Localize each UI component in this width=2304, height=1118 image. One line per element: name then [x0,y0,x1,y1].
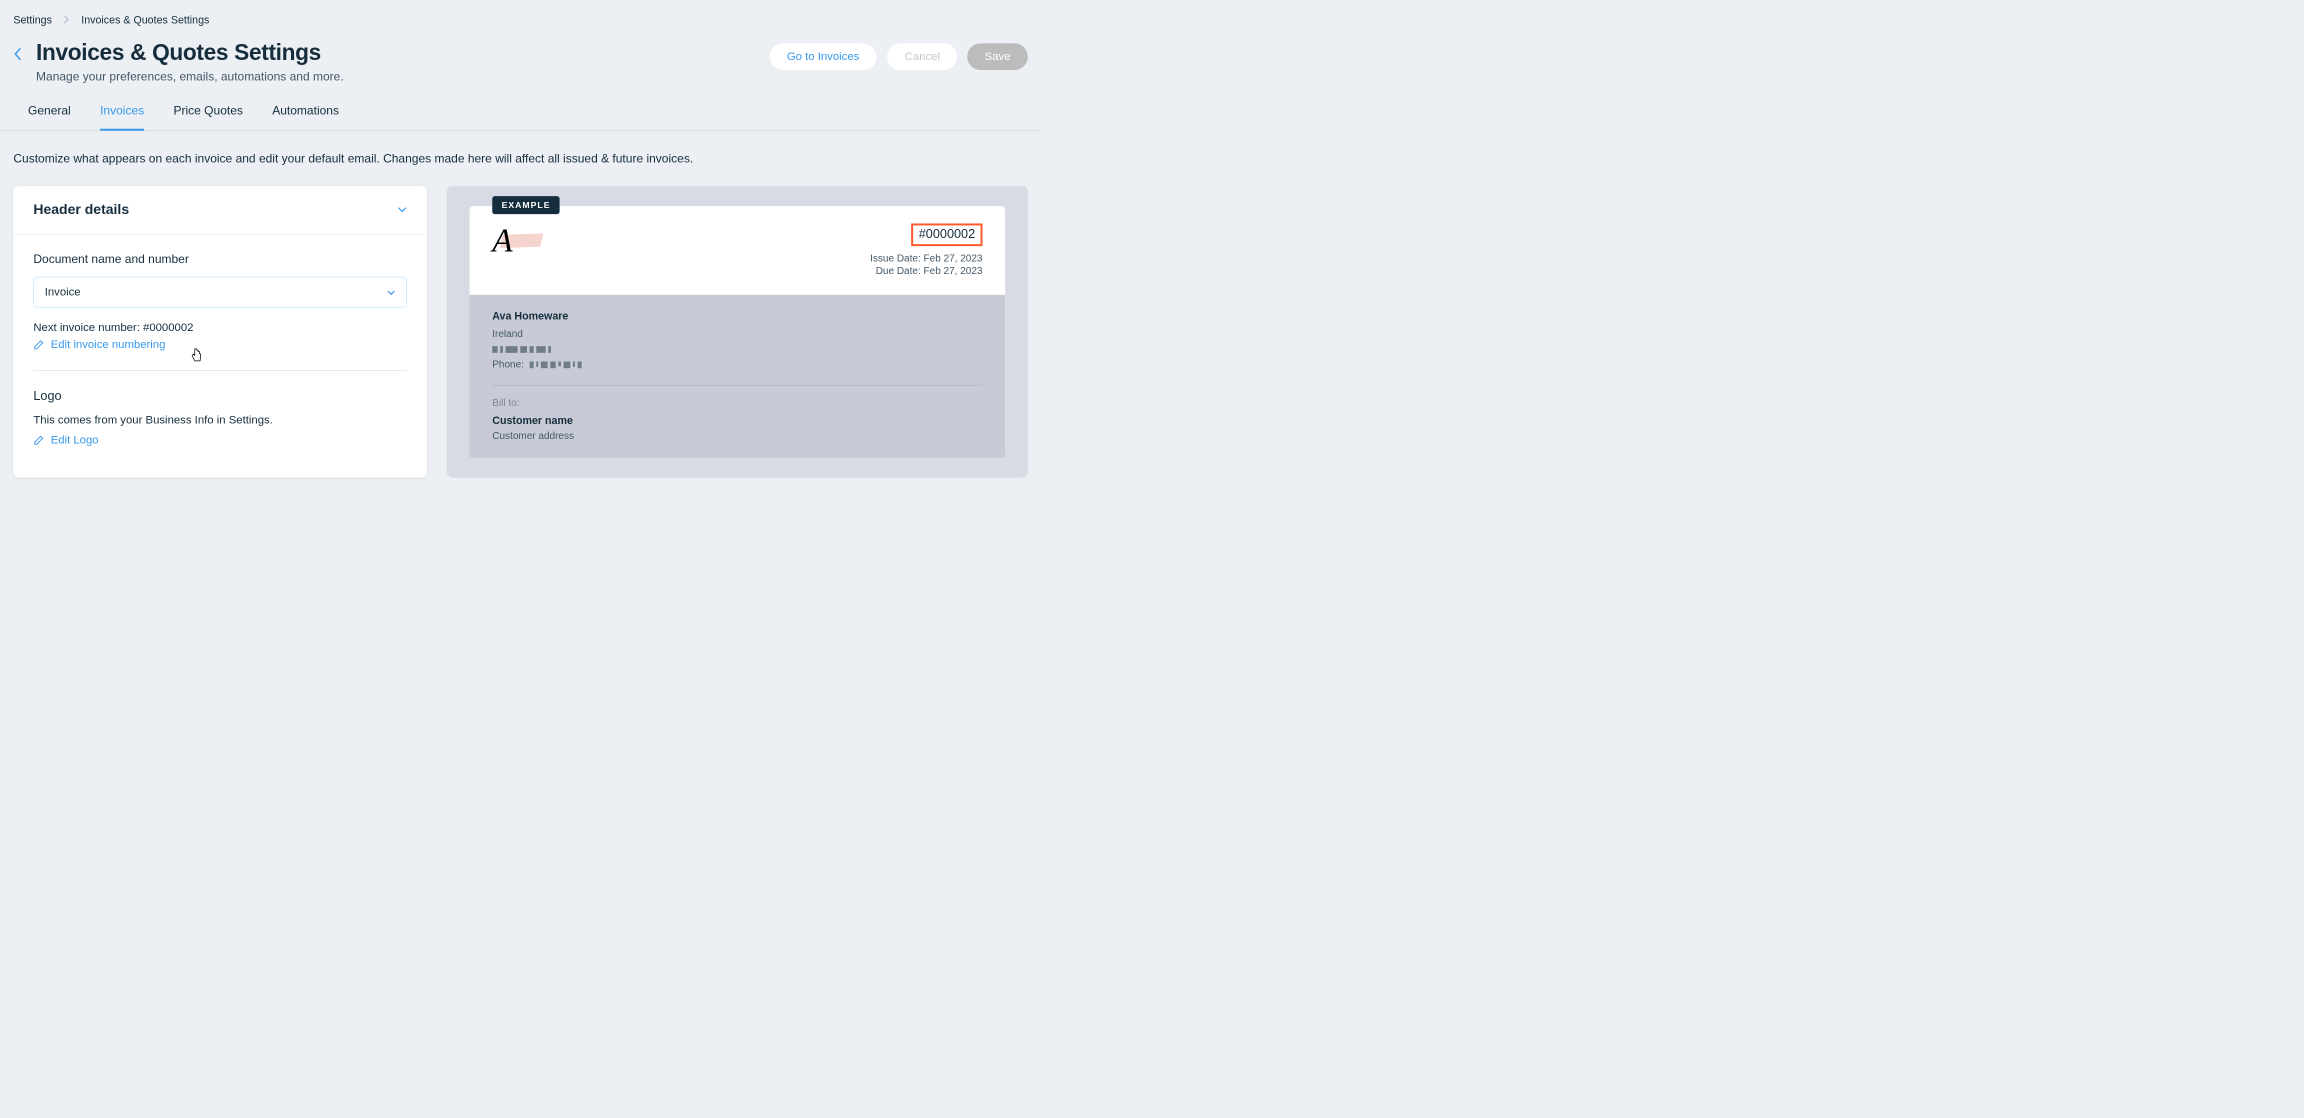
company-country: Ireland [492,328,982,339]
document-name-label: Document name and number [33,252,407,266]
header-details-panel: Header details Document name and number … [13,186,427,477]
edit-logo-label: Edit Logo [51,434,99,447]
tab-invoices[interactable]: Invoices [100,104,144,131]
go-to-invoices-button[interactable]: Go to Invoices [769,43,878,71]
panel-title: Header details [33,202,129,218]
cursor-icon [191,348,203,367]
page-subtitle: Manage your preferences, emails, automat… [36,70,344,84]
divider [492,385,982,386]
panel-header[interactable]: Header details [13,186,427,235]
example-badge: EXAMPLE [492,196,560,214]
breadcrumb-current: Invoices & Quotes Settings [81,15,209,27]
example-invoice: EXAMPLE A #0000002 Issue Date: Feb 27, 2… [470,206,1006,457]
customer-name: Customer name [492,416,982,428]
company-email-redacted [492,344,982,355]
edit-invoice-numbering-link[interactable]: Edit invoice numbering [33,338,407,351]
save-button[interactable]: Save [967,43,1028,70]
chevron-down-icon [398,204,407,216]
breadcrumb-root[interactable]: Settings [13,15,52,27]
company-phone: Phone: [492,359,982,370]
tab-description: Customize what appears on each invoice a… [0,131,1041,186]
tabs: General Invoices Price Quotes Automation… [0,104,1041,131]
bill-to-label: Bill to: [492,398,982,409]
page-title: Invoices & Quotes Settings [36,40,344,66]
divider [33,370,407,371]
logo-section-title: Logo [33,390,407,405]
edit-invoice-numbering-label: Edit invoice numbering [51,338,166,351]
breadcrumb: Settings Invoices & Quotes Settings [0,15,1041,40]
invoice-number-highlight: #0000002 [911,223,982,246]
customer-address: Customer address [492,430,982,441]
next-invoice-number: Next invoice number: #0000002 [33,321,407,334]
invoice-logo: A [492,223,539,256]
chevron-right-icon [64,15,69,27]
preview-panel: EXAMPLE A #0000002 Issue Date: Feb 27, 2… [447,186,1028,477]
chevron-down-icon [387,285,396,298]
tab-price-quotes[interactable]: Price Quotes [173,104,242,131]
back-icon[interactable] [13,40,22,65]
edit-logo-link[interactable]: Edit Logo [33,434,407,447]
document-name-value: Invoice [45,285,81,298]
cancel-button[interactable]: Cancel [887,43,958,71]
pencil-icon [33,435,44,446]
tab-general[interactable]: General [28,104,71,131]
issue-date: Issue Date: Feb 27, 2023 [870,253,982,264]
company-name: Ava Homeware [492,311,982,323]
document-name-select[interactable]: Invoice [33,277,407,308]
logo-section-text: This comes from your Business Info in Se… [33,414,407,427]
tab-automations[interactable]: Automations [272,104,339,131]
pencil-icon [33,340,44,351]
due-date: Due Date: Feb 27, 2023 [870,265,982,276]
